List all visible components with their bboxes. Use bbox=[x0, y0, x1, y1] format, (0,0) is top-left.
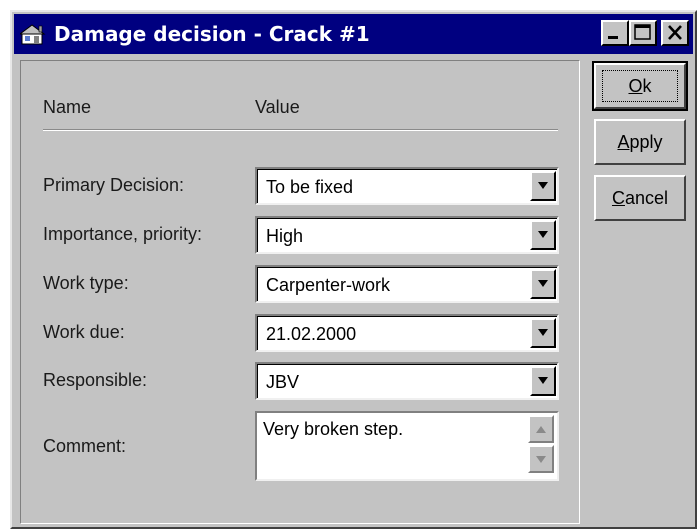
importance-priority-combobox[interactable]: High bbox=[255, 216, 559, 254]
work-type-combobox[interactable]: Carpenter-work bbox=[255, 265, 559, 303]
importance-priority-value: High bbox=[266, 226, 304, 246]
responsible-dropdown-button[interactable] bbox=[530, 366, 556, 396]
primary-decision-label: Primary Decision: bbox=[43, 175, 185, 195]
ok-mnemonic: O bbox=[628, 76, 643, 96]
ok-label-rest: k bbox=[642, 76, 652, 96]
primary-decision-value: To be fixed bbox=[266, 177, 354, 197]
apply-mnemonic: A bbox=[617, 132, 630, 152]
ok-button[interactable]: Ok bbox=[592, 61, 688, 111]
importance-priority-dropdown-button[interactable] bbox=[530, 220, 556, 250]
close-icon bbox=[668, 25, 682, 40]
work-due-value: 21.02.2000 bbox=[266, 324, 357, 344]
dialog-window: Damage decision - Crack #1 Name Value Pr… bbox=[10, 10, 697, 529]
responsible-value: JBV bbox=[266, 372, 300, 392]
content-panel: Name Value Primary Decision: To be fixed… bbox=[20, 60, 580, 524]
apply-label-rest: pply bbox=[629, 132, 663, 152]
work-due-label: Work due: bbox=[43, 322, 125, 342]
chevron-down-icon bbox=[536, 456, 546, 463]
cancel-label-rest: ancel bbox=[624, 188, 669, 208]
apply-button[interactable]: Apply bbox=[594, 119, 686, 165]
importance-priority-label: Importance, priority: bbox=[43, 224, 203, 244]
comment-scroll-down-button[interactable] bbox=[528, 445, 554, 473]
comment-scroll-up-button[interactable] bbox=[528, 415, 554, 443]
work-type-value: Carpenter-work bbox=[266, 275, 391, 295]
house-icon bbox=[20, 24, 46, 45]
header-divider bbox=[43, 129, 558, 131]
comment-label: Comment: bbox=[43, 436, 127, 456]
work-type-dropdown-button[interactable] bbox=[530, 269, 556, 299]
comment-value: Very broken step. bbox=[263, 419, 404, 439]
minimize-button[interactable] bbox=[601, 20, 629, 46]
primary-decision-combobox[interactable]: To be fixed bbox=[255, 167, 559, 205]
title-bar[interactable]: Damage decision - Crack #1 bbox=[14, 14, 693, 54]
primary-decision-dropdown-button[interactable] bbox=[530, 171, 556, 201]
window-title: Damage decision - Crack #1 bbox=[54, 22, 370, 46]
chevron-down-icon bbox=[538, 182, 548, 189]
responsible-label: Responsible: bbox=[43, 370, 148, 390]
chevron-down-icon bbox=[538, 231, 548, 238]
chevron-down-icon bbox=[538, 377, 548, 384]
work-type-label: Work type: bbox=[43, 273, 129, 293]
chevron-down-icon bbox=[538, 280, 548, 287]
minimize-icon bbox=[608, 36, 618, 39]
comment-textarea[interactable]: Very broken step. bbox=[255, 411, 559, 481]
maximize-icon bbox=[634, 24, 651, 40]
close-button[interactable] bbox=[661, 20, 689, 46]
maximize-button[interactable] bbox=[629, 20, 657, 46]
chevron-down-icon bbox=[538, 329, 548, 336]
work-due-combobox[interactable]: 21.02.2000 bbox=[255, 314, 559, 352]
work-due-dropdown-button[interactable] bbox=[530, 318, 556, 348]
cancel-mnemonic: C bbox=[611, 188, 625, 208]
cancel-button[interactable]: Cancel bbox=[594, 175, 686, 221]
chevron-up-icon bbox=[536, 426, 546, 433]
responsible-combobox[interactable]: JBV bbox=[255, 362, 559, 400]
value-column-header: Value bbox=[255, 97, 300, 117]
name-column-header: Name bbox=[43, 97, 92, 117]
